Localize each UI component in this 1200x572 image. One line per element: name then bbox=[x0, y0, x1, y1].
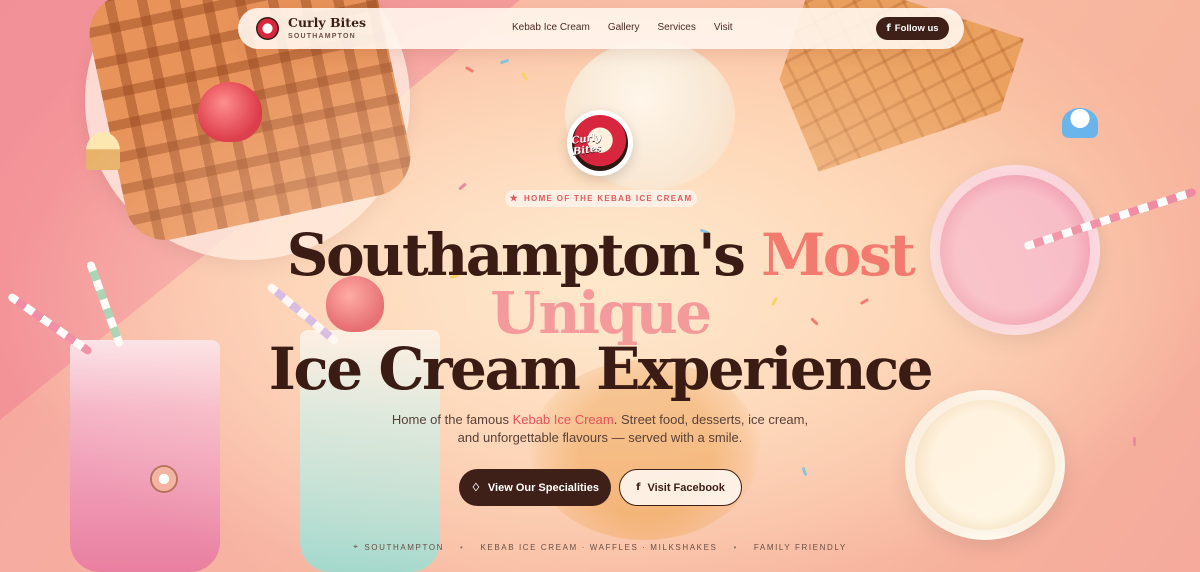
visit-facebook-label: Visit Facebook bbox=[647, 481, 725, 494]
hero-subtitle-start: Home of the famous bbox=[391, 412, 513, 427]
brand-logo-icon bbox=[256, 17, 279, 40]
hero-subtitle-line-2: and unforgettable flavours — served with… bbox=[457, 430, 743, 445]
view-specialities-label: View Our Specialities bbox=[487, 481, 599, 494]
info-tagline: FAMILY FRIENDLY bbox=[753, 542, 847, 552]
info-bar: ⌖ SOUTHAMPTON • KEBAB ICE CREAM · WAFFLE… bbox=[0, 542, 1200, 552]
nav-item-gallery[interactable]: Gallery bbox=[608, 22, 640, 33]
hero-logo-badge: Curly Bites bbox=[570, 115, 628, 171]
hero-title-most: Most bbox=[761, 221, 916, 289]
hero-title-line-1: Southampton's Most bbox=[0, 226, 1200, 284]
info-separator: • bbox=[460, 542, 465, 552]
nav-item-kebab-ice-cream[interactable]: Kebab Ice Cream bbox=[512, 22, 590, 33]
brand-location: SOUTHAMPTON bbox=[288, 32, 356, 40]
ice-cream-icon: ♢ bbox=[471, 482, 481, 494]
brand-link[interactable]: Curly Bites SOUTHAMPTON bbox=[256, 17, 366, 40]
follow-us-button[interactable]: f Follow us bbox=[876, 17, 949, 40]
info-products: KEBAB ICE CREAM · WAFFLES · MILKSHAKES bbox=[480, 542, 718, 552]
brand-name: Curly Bites bbox=[288, 15, 367, 31]
hero-title-line-3: Ice Cream Experience bbox=[268, 335, 934, 403]
hero-logo: Curly Bites bbox=[567, 110, 633, 176]
nav-item-visit[interactable]: Visit bbox=[714, 22, 733, 33]
location-pin-icon: ⌖ bbox=[353, 542, 360, 551]
facebook-icon: f bbox=[636, 482, 641, 493]
info-location: SOUTHAMPTON bbox=[364, 542, 445, 552]
top-navigation-bar: Curly Bites SOUTHAMPTON Kebab Ice Cream … bbox=[238, 8, 964, 49]
hero-title-line-2: Unique bbox=[490, 279, 712, 347]
nav-item-services[interactable]: Services bbox=[658, 22, 696, 33]
hero-badge-label: HOME OF THE KEBAB ICE CREAM bbox=[523, 194, 693, 203]
hero-subtitle: Home of the famous Kebab Ice Cream. Stre… bbox=[350, 411, 850, 447]
hero-subtitle-end: . Street food, desserts, ice cream, bbox=[613, 412, 809, 427]
hero-logo-text: Curly Bites bbox=[570, 131, 603, 158]
brand-text: Curly Bites SOUTHAMPTON bbox=[288, 17, 366, 40]
facebook-icon: f bbox=[886, 23, 891, 34]
info-separator: • bbox=[733, 542, 738, 552]
view-specialities-button[interactable]: ♢ View Our Specialities bbox=[459, 469, 611, 506]
hero-badge: ★ HOME OF THE KEBAB ICE CREAM bbox=[505, 190, 697, 207]
hero-subtitle-highlight: Kebab Ice Cream bbox=[512, 412, 614, 427]
follow-us-label: Follow us bbox=[894, 23, 939, 34]
visit-facebook-button[interactable]: f Visit Facebook bbox=[619, 469, 742, 506]
star-icon: ★ bbox=[509, 193, 519, 203]
nav-menu: Kebab Ice Cream Gallery Services Visit bbox=[512, 22, 733, 33]
